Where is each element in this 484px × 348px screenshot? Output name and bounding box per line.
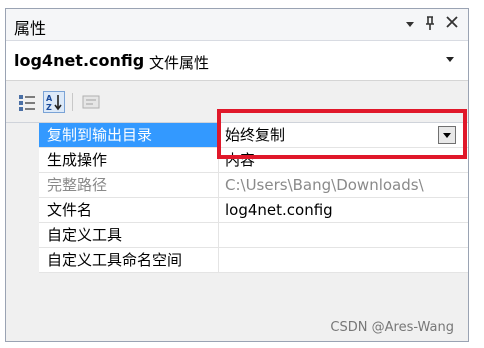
property-name: 完整路径 <box>39 173 219 198</box>
property-row-copy-to-output[interactable]: 复制到输出目录 始终复制 <box>6 123 468 148</box>
property-value[interactable]: log4net.config <box>219 198 468 223</box>
property-value[interactable]: 内容 <box>219 148 468 173</box>
svg-text:A: A <box>46 94 53 103</box>
property-value[interactable]: C:\Users\Bang\Downloads\ <box>219 173 468 198</box>
close-icon[interactable] <box>445 15 459 33</box>
object-type: 文件属性 <box>149 54 210 72</box>
row-gutter <box>6 223 39 248</box>
property-name: 自定义工具 <box>39 223 219 248</box>
property-row-custom-tool-namespace[interactable]: 自定义工具命名空间 <box>6 248 468 273</box>
property-value[interactable]: 始终复制 <box>219 123 468 148</box>
watermark: CSDN @Ares-Wang <box>330 320 454 335</box>
svg-text:Z: Z <box>46 103 52 112</box>
alphabetical-icon[interactable]: A Z <box>43 91 65 113</box>
properties-toolbar: A Z <box>6 81 468 123</box>
row-gutter <box>6 173 39 198</box>
property-pages-icon[interactable] <box>80 91 102 113</box>
property-name: 复制到输出目录 <box>39 123 219 148</box>
property-value[interactable] <box>219 248 468 273</box>
row-gutter <box>6 148 39 173</box>
toolbar-separator <box>72 93 73 111</box>
chevron-down-icon[interactable] <box>446 57 454 62</box>
property-row-build-action[interactable]: 生成操作 内容 <box>6 148 468 173</box>
property-grid: 复制到输出目录 始终复制 生成操作 内容 完整路径 C:\Users\Bang\… <box>6 123 468 341</box>
property-value[interactable] <box>219 223 468 248</box>
properties-panel: 属性 log4net.config 文件属性 A Z 复制到输出目录 始终复制 … <box>5 8 469 342</box>
property-row-custom-tool[interactable]: 自定义工具 <box>6 223 468 248</box>
property-name: 文件名 <box>39 198 219 223</box>
object-selector[interactable]: log4net.config 文件属性 <box>6 41 468 81</box>
row-gutter <box>6 198 39 223</box>
property-name: 自定义工具命名空间 <box>39 248 219 273</box>
panel-title: 属性 <box>14 19 47 38</box>
property-row-file-name[interactable]: 文件名 log4net.config <box>6 198 468 223</box>
property-row-full-path[interactable]: 完整路径 C:\Users\Bang\Downloads\ <box>6 173 468 198</box>
object-name: log4net.config <box>14 51 145 70</box>
pin-icon[interactable] <box>423 15 437 35</box>
property-value-text: 始终复制 <box>225 126 286 144</box>
categorized-icon[interactable] <box>16 91 38 113</box>
row-gutter <box>6 248 39 273</box>
panel-title-bar: 属性 <box>6 9 468 41</box>
dropdown-arrow-icon[interactable] <box>404 18 416 34</box>
row-gutter <box>6 123 39 148</box>
window: 属性 log4net.config 文件属性 A Z 复制到输出目录 始终复制 … <box>0 0 484 348</box>
dropdown-button[interactable] <box>438 126 456 144</box>
property-name: 生成操作 <box>39 148 219 173</box>
